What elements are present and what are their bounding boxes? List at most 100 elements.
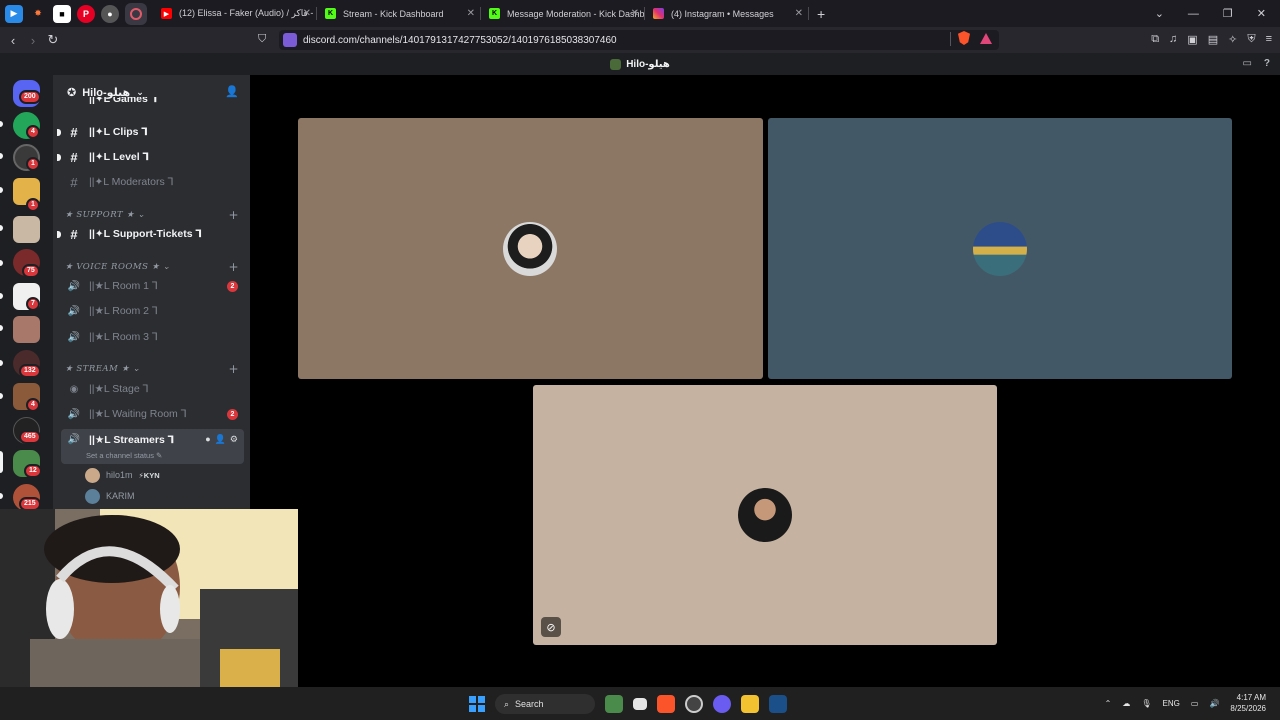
app-icon[interactable] (713, 695, 731, 713)
steam-icon[interactable] (769, 695, 787, 713)
browser-tab[interactable]: (4) Instagram • Messages ✕ (645, 0, 809, 27)
category-voice-rooms[interactable]: ★ VOICE ROOMS ★ ⌄ + (65, 259, 245, 275)
pinned-tab-icon[interactable]: ● (101, 4, 119, 23)
channel-label: ||★L Room 2 ⅂ (89, 305, 158, 317)
clock[interactable]: 4:17 AM 8/25/2026 (1230, 692, 1266, 714)
create-channel-icon[interactable]: + (228, 260, 239, 274)
new-tab-button[interactable]: + (817, 6, 825, 22)
voice-user-name: hilo1m (106, 470, 133, 480)
forward-button[interactable]: › (23, 33, 43, 48)
gear-icon[interactable]: ⚙ (230, 434, 238, 445)
browser-tab[interactable]: ▶ (12) Elissa - Faker (Audio) / إليسا - … (153, 0, 317, 27)
user-tag: ⚡KYN (138, 470, 160, 480)
create-channel-icon[interactable]: + (228, 362, 239, 376)
channel-level[interactable]: # ||✦L Level ⅂ (57, 146, 244, 168)
channel-support-tickets[interactable]: # ||✦L Support-Tickets ⅂ (57, 223, 244, 245)
pinned-tabs: ▶ ✸ ■ P ● (0, 2, 147, 25)
pinned-tab-icon[interactable]: ▶ (5, 4, 23, 23)
server-icon[interactable] (13, 316, 40, 343)
volume-icon[interactable]: 🔊 (1209, 699, 1219, 708)
extensions-icon[interactable]: ⧉ (1151, 33, 1159, 46)
onedrive-icon[interactable]: ☁ (1122, 699, 1130, 708)
mention-badge: 4 (26, 398, 40, 412)
participant-tile[interactable] (768, 118, 1232, 379)
taskbar-widget-icon[interactable] (605, 695, 623, 713)
search-icon: ⌕ (504, 698, 510, 709)
channel-room-1[interactable]: 🔊 ||★L Room 1 ⅂ 2 (61, 275, 244, 297)
voice-user[interactable]: hilo1m ⚡KYN (85, 466, 160, 484)
close-icon[interactable]: ✕ (631, 8, 639, 19)
chevron-up-icon[interactable]: ⌃ (1105, 699, 1112, 708)
voice-user[interactable]: KARIM (85, 487, 135, 505)
create-channel-icon[interactable]: + (228, 208, 239, 222)
bookmark-icon[interactable]: ⛉ (258, 33, 266, 46)
window-title: Hilo-هيلو (626, 58, 670, 70)
url-field[interactable]: discord.com/channels/1401791317427753052… (279, 30, 999, 50)
system-tray: ⌃ ☁ 🎙 ENG ▭ 🔊 4:17 AM 8/25/2026 (1105, 692, 1266, 714)
chevron-down-icon: ⌄ (136, 86, 144, 97)
close-icon[interactable]: ✕ (795, 8, 803, 19)
chat-icon[interactable]: ● (205, 434, 210, 445)
brave-rewards-icon[interactable] (980, 33, 992, 44)
sidebar-icon[interactable]: ▣ (1187, 33, 1197, 46)
participant-tile[interactable]: ⊘ (533, 385, 997, 645)
camera-off-icon[interactable]: ⊘ (541, 617, 561, 637)
reload-button[interactable]: ↻ (43, 32, 63, 48)
invite-icon[interactable]: 👤 (215, 434, 226, 445)
avatar (85, 467, 100, 483)
media-icon[interactable]: ♫ (1169, 33, 1177, 46)
channel-partial[interactable]: ||✦L Games ⅂ (61, 97, 244, 109)
taskbar-search[interactable]: ⌕ Search (495, 694, 595, 714)
channel-clips[interactable]: # ||✦L Clips ⅂ (57, 121, 244, 143)
inbox-icon[interactable]: ▭ (1242, 58, 1251, 69)
pinned-tab-icon[interactable]: ✸ (29, 5, 47, 23)
close-window-button[interactable]: ✕ (1257, 7, 1266, 20)
participant-tile[interactable] (298, 118, 763, 379)
channel-waiting-room[interactable]: 🔊 ||★L Waiting Room ⅂ 2 (61, 403, 244, 425)
task-view-icon[interactable] (633, 698, 647, 710)
language-indicator[interactable]: ENG (1163, 699, 1180, 708)
avatar (85, 488, 100, 504)
browser-tab[interactable]: K Stream - Kick Dashboard ✕ (317, 0, 481, 27)
leo-ai-icon[interactable]: ✧ (1228, 33, 1237, 46)
close-icon[interactable]: ✕ (467, 8, 475, 19)
pinned-tab-active[interactable] (125, 2, 147, 25)
clock-time: 4:17 AM (1236, 693, 1266, 702)
category-stream[interactable]: ★ STREAM ★ ⌄ + (65, 361, 245, 377)
minimize-button[interactable]: — (1188, 8, 1199, 20)
channel-label: ||★L Streamers ⅂ (89, 434, 174, 446)
speaker-connected-icon: 🔊 (67, 434, 81, 445)
channel-label: ||✦L Support-Tickets ⅂ (89, 228, 202, 240)
app-icon[interactable] (685, 695, 703, 713)
vpn-icon[interactable]: ⛨ (1247, 33, 1255, 46)
windows-start-icon[interactable] (469, 696, 485, 712)
channel-status-prompt[interactable]: Set a channel status ✎ (86, 451, 162, 460)
url-text: discord.com/channels/1401791317427753052… (303, 34, 617, 46)
menu-icon[interactable]: ≡ (1266, 33, 1272, 46)
category-support[interactable]: ★ SUPPORT ★ ⌄ + (65, 207, 245, 223)
voice-user-name: KARIM (106, 491, 135, 501)
channel-room-2[interactable]: 🔊 ||★L Room 2 ⅂ (61, 300, 244, 322)
speaker-icon: 🔊 (67, 408, 81, 420)
network-icon[interactable]: ▭ (1191, 699, 1199, 708)
microphone-icon[interactable]: 🎙 (1141, 699, 1151, 708)
pinterest-icon[interactable]: P (77, 4, 95, 23)
wallet-icon[interactable]: ▤ (1208, 33, 1218, 46)
channel-room-3[interactable]: 🔊 ||★L Room 3 ⅂ (61, 326, 244, 348)
help-icon[interactable]: ? (1264, 58, 1270, 69)
channel-badge: 2 (227, 409, 238, 420)
channel-moderators[interactable]: # ||✦L Moderators ⅂ (61, 171, 244, 193)
file-explorer-icon[interactable] (741, 695, 759, 713)
chevron-down-icon[interactable]: ⌄ (1155, 7, 1164, 20)
close-icon[interactable]: ✕ (303, 8, 311, 19)
browser-tab[interactable]: K Message Moderation - Kick Dashboa ✕ (481, 0, 645, 27)
channel-stage[interactable]: ◉ ||★L Stage ⅂ (61, 378, 244, 400)
restore-button[interactable]: ❐ (1223, 7, 1233, 20)
speaker-icon: 🔊 (67, 280, 81, 292)
brave-browser-icon[interactable] (657, 695, 675, 713)
speaker-icon: 🔊 (67, 331, 81, 343)
pinned-tab-icon[interactable]: ■ (53, 4, 71, 23)
back-button[interactable]: ‹ (3, 33, 23, 48)
site-info-icon[interactable] (283, 33, 297, 47)
server-icon[interactable] (13, 216, 40, 243)
